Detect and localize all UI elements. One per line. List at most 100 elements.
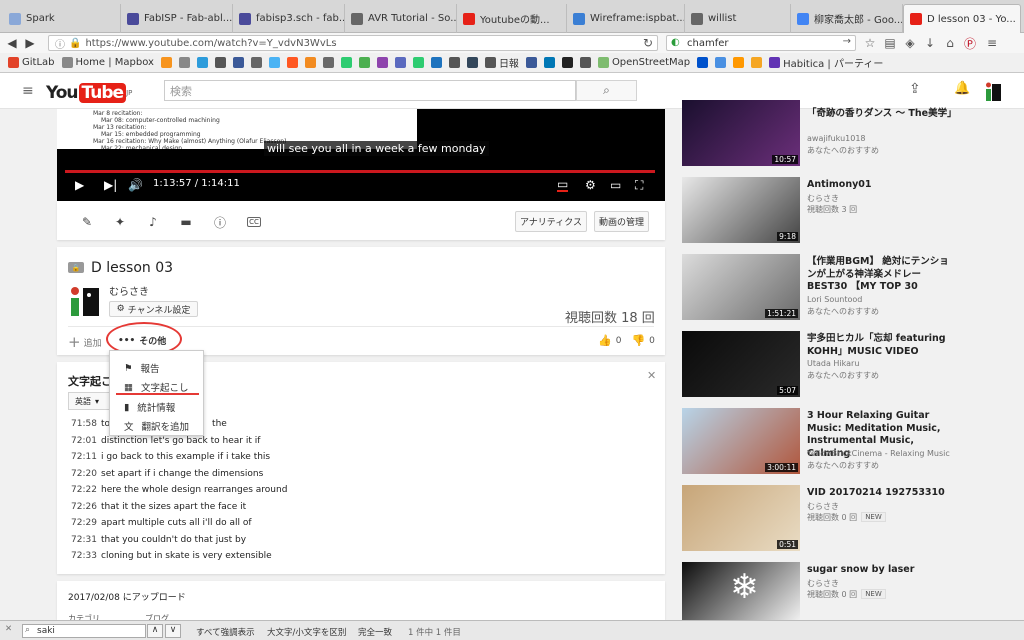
reader-icon[interactable]: ▤	[882, 35, 898, 51]
thumbs-down-icon[interactable]: 👎	[631, 334, 645, 347]
recommendation-title[interactable]: 【作業用BGM】 絶対にテンションが上がる神洋楽メドレーBEST30 【MY T…	[807, 256, 957, 294]
bookmark-item[interactable]	[394, 57, 406, 68]
bookmark-item[interactable]	[250, 57, 262, 68]
tab-6[interactable]: willist	[685, 4, 791, 33]
tab-2[interactable]: fabisp3.sch - fab...	[233, 4, 345, 33]
recommendation-thumbnail[interactable]: 5:07	[682, 331, 800, 397]
recommendation-title[interactable]: sugar snow by laser	[807, 564, 957, 577]
close-icon[interactable]: ✕	[647, 369, 656, 382]
transcript-row[interactable]: 72:20 set apart if i change the dimension…	[71, 469, 263, 479]
recommendation-channel[interactable]: むらさき	[807, 193, 839, 204]
bookmark-item[interactable]	[579, 57, 591, 68]
bookmark-item[interactable]	[304, 57, 316, 68]
theater-mode-icon[interactable]: ▭	[610, 178, 621, 192]
bookmark-item[interactable]	[376, 57, 388, 68]
card-icon[interactable]: ▬	[179, 215, 193, 229]
download-icon[interactable]: ↓	[922, 35, 938, 51]
find-input[interactable]: ⌕ saki	[22, 624, 146, 638]
bookmark-item[interactable]	[160, 57, 172, 68]
menu-icon[interactable]: ≡	[984, 35, 1000, 51]
recommendation-channel[interactable]: むらさき	[807, 578, 839, 589]
recommendation-thumbnail[interactable]: 9:18	[682, 177, 800, 243]
tab-4[interactable]: Youtubeの動...	[457, 4, 567, 33]
pinterest-icon[interactable]: Ⓟ	[962, 35, 978, 51]
reload-icon[interactable]: ↻	[640, 35, 656, 51]
bookmark-item[interactable]	[561, 57, 573, 68]
bookmark-item[interactable]	[751, 57, 763, 68]
url-field[interactable]: ⓘ 🔒 https://www.youtube.com/watch?v=Y_vd…	[48, 35, 658, 51]
bookmark-item[interactable]	[466, 57, 478, 68]
channel-avatar[interactable]	[69, 284, 103, 318]
recommendation-title[interactable]: VID 20170214 192753310	[807, 487, 957, 500]
findbar-close-icon[interactable]: ✕	[5, 624, 12, 634]
bookmark-item[interactable]	[268, 57, 280, 68]
pocket-icon[interactable]: ◈	[902, 35, 918, 51]
bookmark-item[interactable]	[178, 57, 190, 68]
bookmark-star-icon[interactable]: ☆	[862, 35, 878, 51]
tab-5[interactable]: Wireframe:ispbat...	[567, 4, 685, 33]
bookmark-item[interactable]	[286, 57, 298, 68]
transcript-row[interactable]: 72:22 here the whole design rearranges ar…	[71, 485, 287, 495]
info-icon[interactable]: ⓘ	[55, 36, 65, 51]
bookmark-item[interactable]: Home | Mapbox	[61, 57, 154, 68]
forward-icon[interactable]: ▶	[22, 35, 38, 51]
menu-item-statistics[interactable]: ▮ 統計情報	[110, 398, 205, 416]
subtitles-icon[interactable]: ▭	[557, 177, 569, 192]
recommendation-thumbnail[interactable]: 1:51:21	[682, 254, 800, 320]
bookmark-item[interactable]	[232, 57, 244, 68]
bookmark-item[interactable]	[715, 57, 727, 68]
bookmark-item[interactable]	[412, 57, 424, 68]
bookmark-item[interactable]	[448, 57, 460, 68]
recommendation-title[interactable]: Antimony01	[807, 179, 957, 192]
bookmark-item[interactable]	[430, 57, 442, 68]
music-note-icon[interactable]: ♪	[146, 215, 160, 229]
bookmark-item[interactable]	[196, 57, 208, 68]
language-select[interactable]: 英語 ▾	[68, 392, 110, 410]
search-engine-icon[interactable]: ◐	[671, 37, 680, 48]
info-icon[interactable]: ⓘ	[213, 215, 227, 230]
recommendation-thumbnail[interactable]: 10:57	[682, 100, 800, 166]
recommendation-thumbnail[interactable]: 0:51	[682, 485, 800, 551]
thumbs-up-icon[interactable]: 👍	[598, 334, 612, 347]
transcript-row[interactable]: 72:11 i go back to this example if i take…	[71, 452, 270, 462]
magic-wand-icon[interactable]: ✦	[113, 215, 127, 229]
recommendation-title[interactable]: 「奇跡の香りダンス 〜 The美学」	[807, 108, 957, 121]
search-field[interactable]: ◐ chamfer →	[666, 35, 856, 51]
fullscreen-icon[interactable]: ⛶	[635, 178, 643, 192]
home-icon[interactable]: ⌂	[942, 35, 958, 51]
volume-icon[interactable]: 🔊	[128, 178, 143, 192]
tab-8[interactable]: D lesson 03 - Yo...✕	[903, 4, 1021, 33]
transcript-row[interactable]: 72:33 cloning but in skate is very extens…	[71, 551, 272, 561]
channel-settings-button[interactable]: ⚙ チャンネル設定	[109, 301, 198, 317]
bookmark-item[interactable]	[733, 57, 745, 68]
account-avatar[interactable]	[985, 80, 1003, 102]
bookmark-item[interactable]	[322, 57, 334, 68]
recommendation-channel[interactable]: Utada Hikaru	[807, 359, 859, 368]
upload-icon[interactable]: ⇪	[909, 81, 921, 97]
recommendation-channel[interactable]: Lori Sountood	[807, 295, 862, 304]
next-icon[interactable]: ▶|	[104, 178, 117, 192]
menu-item-add-translation[interactable]: 文翻訳を追加	[110, 417, 205, 435]
settings-gear-icon[interactable]: ⚙	[585, 178, 596, 192]
recommendation-title[interactable]: 宇多田ヒカル「忘却 featuring KOHH」MUSIC VIDEO	[807, 333, 957, 358]
tab-1[interactable]: FabISP - Fab-abl...	[121, 4, 233, 33]
notification-bell-icon[interactable]: 🔔	[954, 81, 970, 96]
recommendation-channel[interactable]: むらさき	[807, 501, 839, 512]
cc-icon[interactable]: CC	[247, 217, 261, 227]
whole-word-toggle[interactable]: 完全一致	[358, 626, 392, 638]
transcript-row[interactable]: 72:26 that it the sizes apart the face it	[71, 502, 246, 512]
find-prev-icon[interactable]: ∧	[147, 624, 163, 638]
analytics-button[interactable]: アナリティクス	[515, 211, 587, 232]
manage-video-button[interactable]: 動画の管理	[594, 211, 649, 232]
bookmark-item[interactable]: 日報	[484, 55, 519, 70]
bookmark-item[interactable]	[340, 57, 352, 68]
add-to-button[interactable]: + 追加	[68, 333, 102, 351]
back-icon[interactable]: ◀	[4, 35, 20, 51]
play-icon[interactable]: ▶	[75, 178, 84, 192]
youtube-search-input[interactable]: 検索	[164, 80, 576, 101]
bookmark-item[interactable]	[697, 57, 709, 68]
pencil-icon[interactable]: ✎	[80, 215, 94, 229]
go-arrow-icon[interactable]: →	[843, 36, 851, 47]
bookmark-item[interactable]	[358, 57, 370, 68]
find-next-icon[interactable]: ∨	[165, 624, 181, 638]
